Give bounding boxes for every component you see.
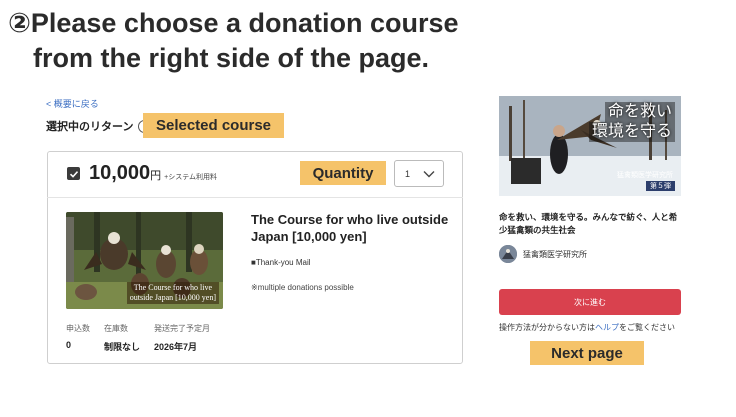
course-image-caption: The Course for who live outside Japan [1… — [126, 282, 219, 304]
stat-applications: 申込数 0 — [66, 323, 90, 353]
avatar — [499, 245, 517, 263]
project-image: 命を救い 環境を守る 猛禽類医学研究所 第５弾 — [499, 96, 681, 196]
chevron-down-icon — [423, 170, 435, 177]
next-button[interactable]: 次に進む — [499, 289, 681, 315]
instruction-line-1: ②Please choose a donation course — [8, 8, 459, 38]
price-amount: 10,000 — [89, 162, 151, 184]
help-text-before: 操作方法が分からない方は — [499, 323, 595, 332]
quantity-value: 1 — [405, 168, 411, 179]
instruction-heading: ②Please choose a donation course from th… — [8, 6, 459, 76]
instruction-line-2: from the right side of the page. — [33, 43, 430, 73]
course-note: ※multiple donations possible — [251, 283, 354, 292]
project-image-org: 猛禽類医学研究所 — [617, 171, 673, 179]
help-text: 操作方法が分からない方はヘルプをご覧ください — [499, 322, 675, 333]
stat-stock: 在庫数 制限なし — [104, 323, 140, 353]
check-icon — [69, 170, 78, 178]
course-price: 10,000 円 +システム利用料 — [89, 162, 217, 185]
course-checkbox[interactable] — [67, 167, 80, 180]
card-divider — [47, 197, 463, 198]
price-unit: 円 — [150, 170, 162, 182]
organization-row[interactable]: 猛禽類医学研究所 — [499, 245, 587, 263]
course-title: The Course for who live outside Japan [1… — [251, 212, 449, 244]
help-text-after: をご覧ください — [619, 323, 675, 332]
callout-selected-course: Selected course — [143, 113, 284, 138]
stat-delivery-month: 発送完了予定月 2026年7月 — [154, 323, 210, 353]
caption-line-1: The Course for who live — [133, 283, 212, 292]
project-image-title: 命を救い 環境を守る — [588, 102, 675, 142]
callout-quantity: Quantity — [300, 161, 386, 185]
selected-return-label: 選択中のリターン — [46, 121, 134, 133]
project-image-badge: 第５弾 — [646, 181, 675, 191]
quantity-select[interactable]: 1 — [394, 160, 444, 187]
image-title-line-1: 命を救い — [604, 102, 675, 122]
course-stats: 申込数 0 在庫数 制限なし 発送完了予定月 2026年7月 — [66, 323, 224, 353]
organization-name: 猛禽類医学研究所 — [523, 249, 587, 259]
stat-value: 2026年7月 — [154, 342, 198, 352]
help-link[interactable]: ヘルプ — [595, 323, 619, 332]
course-feature: ■Thank-you Mail — [251, 258, 311, 267]
back-to-overview-link[interactable]: < 概要に戻る — [46, 97, 99, 110]
course-image: The Course for who live outside Japan [1… — [66, 212, 223, 309]
caption-line-2: outside Japan [10,000 yen] — [129, 293, 216, 302]
callout-next-page: Next page — [530, 341, 644, 365]
image-title-line-2: 環境を守る — [588, 122, 675, 142]
system-fee-note: +システム利用料 — [164, 174, 218, 181]
project-description: 命を救い、環境を守る。みんなで紡ぐ、人と希少猛禽類の共生社会 — [499, 212, 678, 235]
stat-value: 0 — [66, 340, 72, 350]
stat-label: 申込数 — [66, 324, 90, 333]
stat-label: 在庫数 — [104, 324, 128, 333]
selected-return-row: 選択中のリターン ? — [46, 118, 152, 134]
stat-value: 制限なし — [104, 342, 141, 352]
stat-label: 発送完了予定月 — [154, 324, 211, 333]
